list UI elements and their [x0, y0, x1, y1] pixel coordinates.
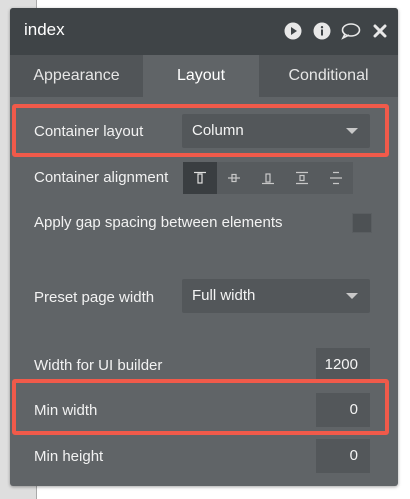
space-around-icon[interactable] — [319, 162, 353, 194]
tab-conditional[interactable]: Conditional — [259, 55, 398, 97]
info-icon[interactable] — [312, 21, 332, 41]
gap-spacing-label: Apply gap spacing between elements — [34, 214, 283, 231]
header-icon-group — [283, 21, 390, 41]
space-between-icon[interactable] — [285, 162, 319, 194]
gap-spacing-checkbox[interactable] — [352, 213, 372, 233]
preset-page-width-value: Full width — [192, 287, 256, 304]
preset-page-width-label: Preset page width — [34, 289, 155, 306]
align-top-icon[interactable] — [183, 162, 217, 194]
panel-title: index — [24, 20, 65, 39]
container-alignment-buttons — [183, 162, 353, 194]
property-editor-panel: index Appearance Layout Conditional Cont… — [10, 8, 398, 486]
align-center-icon[interactable] — [217, 162, 251, 194]
close-icon[interactable] — [370, 21, 390, 41]
panel-header[interactable]: index — [10, 8, 398, 55]
highlight-min-width — [12, 379, 389, 435]
container-alignment-label: Container alignment — [34, 169, 169, 186]
align-bottom-icon[interactable] — [251, 162, 285, 194]
ui-builder-width-input[interactable]: 1200 — [316, 348, 370, 382]
tab-layout[interactable]: Layout — [143, 55, 259, 97]
play-icon[interactable] — [283, 21, 303, 41]
ui-builder-width-label: Width for UI builder — [34, 357, 163, 374]
tab-bar: Appearance Layout Conditional — [10, 55, 398, 97]
tab-appearance[interactable]: Appearance — [10, 55, 143, 97]
min-height-label: Min height — [34, 448, 104, 465]
preset-page-width-dropdown[interactable]: Full width — [182, 279, 370, 313]
comment-icon[interactable] — [341, 21, 361, 41]
highlight-container-layout — [12, 104, 389, 157]
min-height-input[interactable]: 0 — [316, 439, 370, 473]
chevron-down-icon — [346, 293, 358, 299]
